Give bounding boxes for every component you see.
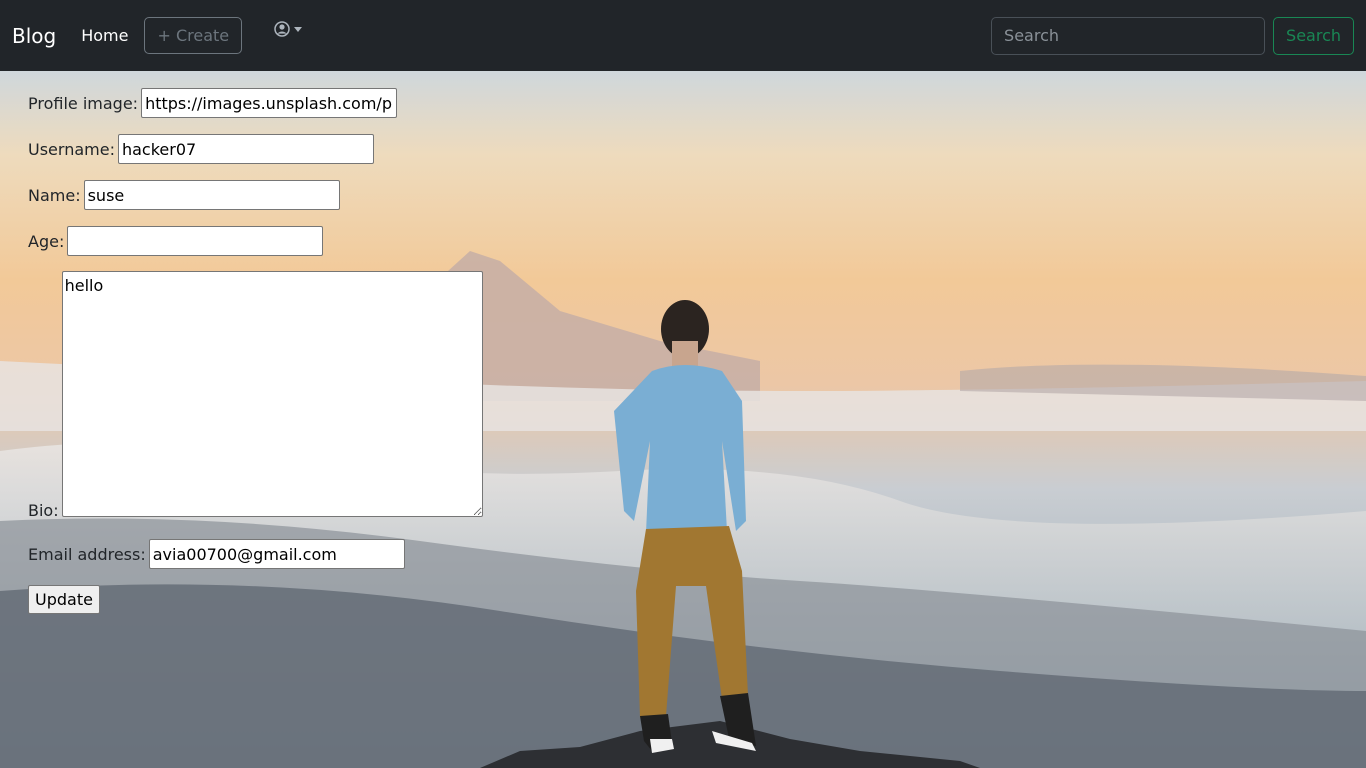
nav-home-link[interactable]: Home [81, 26, 128, 45]
brand-link[interactable]: Blog [12, 24, 56, 48]
name-row: Name: [28, 180, 340, 210]
search-input[interactable] [991, 16, 1266, 55]
search-button[interactable]: Search [1273, 16, 1354, 55]
username-field[interactable] [117, 134, 374, 164]
profile-image-label: Profile image: [28, 93, 139, 113]
user-circle-icon [274, 20, 290, 41]
age-field[interactable] [67, 226, 324, 256]
username-label: Username: [28, 139, 115, 159]
name-label: Name: [28, 185, 81, 205]
user-dropdown[interactable] [274, 20, 303, 41]
profile-image-field[interactable] [141, 88, 398, 118]
bio-textarea[interactable]: hello [61, 271, 483, 517]
email-field[interactable] [148, 539, 405, 569]
update-row: Update [28, 585, 100, 614]
chevron-down-icon [294, 27, 303, 32]
bio-row: Bio: hello [28, 271, 483, 520]
age-row: Age: [28, 226, 324, 256]
search-form: Search [991, 16, 1354, 55]
email-row: Email address: [28, 539, 405, 569]
create-button[interactable]: + Create [144, 17, 243, 54]
email-label: Email address: [28, 544, 146, 564]
name-field[interactable] [83, 180, 340, 210]
update-button[interactable]: Update [28, 585, 100, 614]
profile-image-row: Profile image: [28, 88, 398, 118]
username-row: Username: [28, 134, 374, 164]
bio-label: Bio: [28, 501, 59, 520]
top-navbar: Blog Home + Create Search [0, 0, 1366, 71]
age-label: Age: [28, 231, 65, 251]
